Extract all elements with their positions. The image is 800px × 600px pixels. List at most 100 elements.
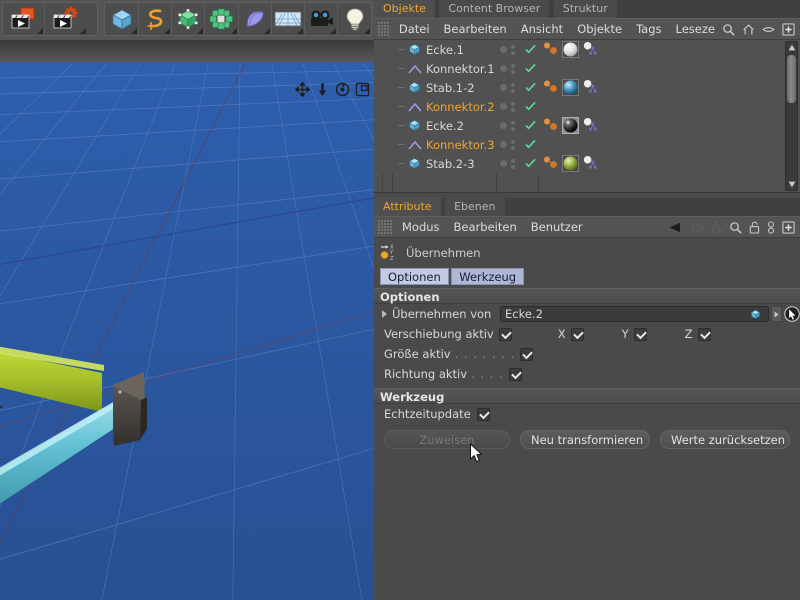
enabled-check-icon[interactable] — [525, 120, 536, 134]
pick-object-cursor-icon[interactable] — [784, 306, 800, 322]
checkbox-groesse-aktiv[interactable] — [520, 347, 534, 361]
spline-button[interactable] — [139, 3, 173, 35]
material-tag-blue[interactable] — [562, 79, 579, 96]
floor-button[interactable] — [272, 3, 305, 35]
render-visibility-dots[interactable] — [511, 82, 515, 93]
object-tree[interactable]: Ecke.1 Konnektor.1 Stab.1-2 Konnektor.2 … — [374, 40, 784, 173]
editor-visibility-dot[interactable] — [500, 65, 507, 72]
camera-button[interactable] — [305, 3, 339, 35]
render-visibility-dots[interactable] — [511, 158, 515, 169]
object-manager[interactable]: Ecke.1 Konnektor.1 Stab.1-2 Konnektor.2 … — [374, 40, 800, 193]
object-name[interactable]: Konnektor.2 — [426, 100, 495, 114]
material-tag-white[interactable] — [562, 41, 579, 58]
visibility-dots[interactable] — [500, 135, 515, 154]
object-tags[interactable] — [542, 78, 598, 97]
object-tags[interactable] — [542, 40, 598, 59]
checkbox-axis-z[interactable] — [697, 327, 711, 341]
forward-arrow-icon[interactable] — [690, 221, 704, 233]
enabled-check-icon[interactable] — [525, 158, 536, 172]
viewport-objects[interactable] — [0, 40, 374, 600]
mode-tab-optionen[interactable]: Optionen — [380, 268, 449, 285]
table-row[interactable]: Konnektor.1 — [374, 59, 784, 78]
panel-grip[interactable] — [378, 22, 389, 36]
menu-bearbeiten[interactable]: Bearbeiten — [437, 18, 514, 40]
eye-icon[interactable] — [762, 25, 775, 34]
object-name[interactable]: Ecke.1 — [426, 43, 464, 57]
editor-visibility-dot[interactable] — [500, 141, 507, 148]
texture-tag-orange[interactable] — [542, 41, 560, 58]
scrollbar-thumb[interactable] — [787, 55, 796, 103]
nurbs-button[interactable] — [172, 3, 206, 35]
render-visibility-dots[interactable] — [511, 101, 515, 112]
light-button[interactable] — [338, 3, 371, 35]
visibility-dots[interactable] — [500, 154, 515, 173]
scale-icon[interactable] — [315, 82, 330, 97]
mode-tab-werkzeug[interactable]: Werkzeug — [451, 268, 525, 285]
render-visibility-dots[interactable] — [511, 63, 515, 74]
editor-visibility-dot[interactable] — [500, 122, 507, 129]
editor-visibility-dot[interactable] — [500, 103, 507, 110]
visibility-dots[interactable] — [500, 97, 515, 116]
enabled-check-icon[interactable] — [525, 139, 536, 153]
visibility-dots[interactable] — [500, 116, 515, 135]
enabled-check-icon[interactable] — [525, 44, 536, 58]
object-name[interactable]: Konnektor.1 — [426, 62, 495, 76]
werte-zuruecksetzen-button[interactable]: Werte zurücksetzen — [660, 430, 790, 449]
texture-tag-orange[interactable] — [542, 155, 560, 172]
table-row[interactable]: Stab.2-3 — [374, 154, 784, 173]
expand-arrow-icon[interactable] — [382, 310, 387, 318]
menu-datei[interactable]: Datei — [392, 18, 437, 40]
table-row[interactable]: Stab.1-2 — [374, 78, 784, 97]
neu-transformieren-button[interactable]: Neu transformieren — [520, 430, 650, 449]
table-row[interactable]: Ecke.1 — [374, 40, 784, 59]
object-tags[interactable] — [542, 116, 598, 135]
object-manager-scrollbar[interactable] — [785, 41, 798, 191]
tab-content-browser[interactable]: Content Browser — [439, 0, 550, 18]
object-name[interactable]: Konnektor.3 — [426, 138, 495, 152]
visibility-dots[interactable] — [500, 59, 515, 78]
bend-button[interactable] — [239, 3, 272, 35]
render-visibility-dots[interactable] — [511, 44, 515, 55]
menu-leseze[interactable]: Leseze — [669, 18, 722, 40]
editor-visibility-dot[interactable] — [500, 84, 507, 91]
scroll-down-button[interactable] — [786, 179, 797, 190]
menu-modus[interactable]: Modus — [395, 216, 447, 238]
render-view-button[interactable] — [3, 3, 45, 35]
link-icon[interactable] — [767, 220, 775, 234]
material-tag-green[interactable] — [562, 155, 579, 172]
source-link-field[interactable]: Ecke.2 — [500, 306, 769, 322]
search-icon[interactable] — [729, 221, 742, 234]
checkbox-verschiebung-aktiv[interactable] — [498, 327, 512, 341]
array-button[interactable] — [205, 3, 239, 35]
tab-struktur[interactable]: Struktur — [553, 0, 617, 18]
enabled-check-icon[interactable] — [525, 63, 536, 77]
plus-box-icon[interactable] — [782, 220, 795, 234]
table-row[interactable]: Konnektor.2 — [374, 97, 784, 116]
rotate-icon[interactable] — [335, 82, 350, 97]
enabled-check-icon[interactable] — [525, 82, 536, 96]
render-visibility-dots[interactable] — [511, 120, 515, 131]
phong-tag[interactable] — [581, 79, 598, 96]
phong-tag[interactable] — [581, 155, 598, 172]
visibility-dots[interactable] — [500, 40, 515, 59]
material-tag-black[interactable] — [562, 117, 579, 134]
checkbox-axis-x[interactable] — [570, 327, 584, 341]
editor-visibility-dot[interactable] — [500, 160, 507, 167]
object-tags[interactable] — [542, 154, 598, 173]
scroll-up-button[interactable] — [786, 42, 797, 53]
zuweisen-button[interactable]: Zuweisen — [384, 430, 510, 449]
checkbox-echtzeitupdate[interactable] — [476, 407, 490, 421]
object-name[interactable]: Ecke.2 — [426, 119, 464, 133]
menu-ansicht[interactable]: Ansicht — [514, 18, 570, 40]
table-row[interactable]: Konnektor.3 — [374, 135, 784, 154]
checkbox-axis-y[interactable] — [633, 327, 647, 341]
move-icon[interactable] — [295, 81, 310, 97]
render-settings-button[interactable] — [45, 3, 87, 35]
phong-tag[interactable] — [581, 117, 598, 134]
enabled-check-icon[interactable] — [525, 101, 536, 115]
viewport-3d[interactable] — [0, 40, 374, 600]
texture-tag-orange[interactable] — [542, 117, 560, 134]
unlock-icon[interactable] — [749, 221, 760, 234]
tab-attribute[interactable]: Attribute — [374, 198, 441, 216]
menu-benutzer[interactable]: Benutzer — [524, 216, 590, 238]
